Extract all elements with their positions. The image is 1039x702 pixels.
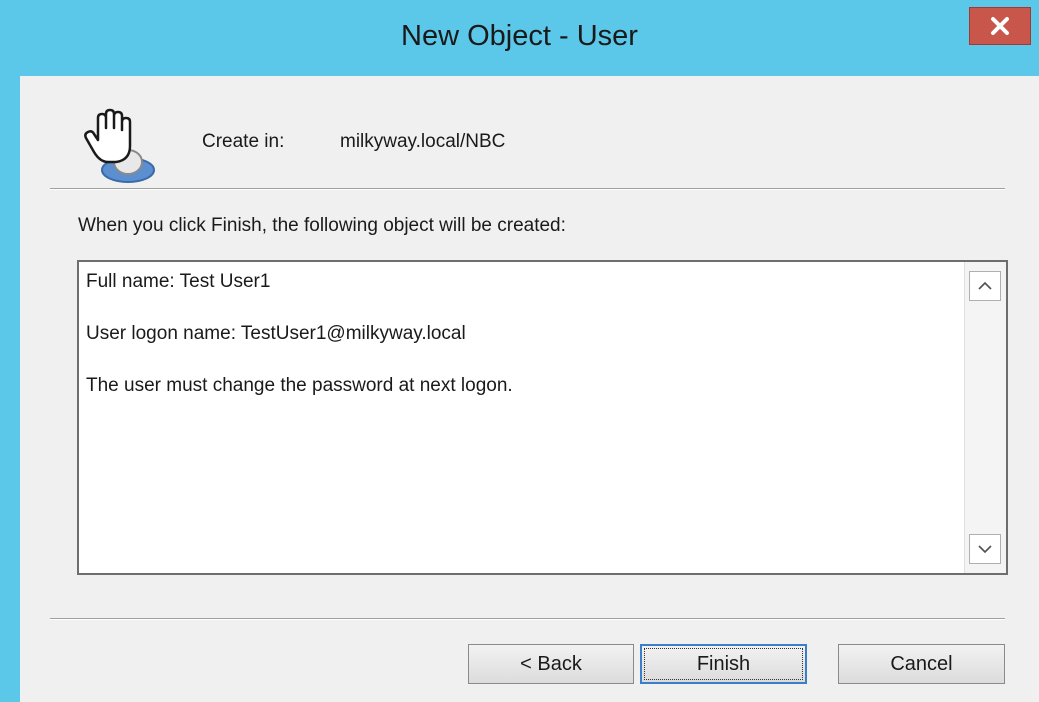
window-title: New Object - User: [401, 20, 638, 52]
new-object-user-dialog: New Object - User Create in: milkyway.lo…: [0, 0, 1039, 702]
finish-button[interactable]: Finish: [640, 644, 807, 684]
summary-textbox[interactable]: Full name: Test User1 User logon name: T…: [77, 260, 1008, 575]
user-icon: [76, 108, 166, 188]
scroll-up-button[interactable]: [969, 271, 1001, 301]
separator: [50, 188, 1005, 190]
summary-line-full-name: Full name: Test User1: [86, 271, 271, 292]
close-button[interactable]: [969, 7, 1031, 45]
summary-line-password-note: The user must change the password at nex…: [86, 375, 513, 396]
summary-lines: Full name: Test User1 User logon name: T…: [86, 268, 946, 424]
summary-line-logon-name: User logon name: TestUser1@milkyway.loca…: [86, 323, 466, 344]
create-in-path: milkyway.local/NBC: [340, 131, 506, 152]
scroll-down-button[interactable]: [969, 534, 1001, 564]
info-text: When you click Finish, the following obj…: [78, 215, 566, 236]
back-button[interactable]: < Back: [468, 644, 634, 684]
vertical-scrollbar[interactable]: [964, 262, 1006, 573]
cancel-button[interactable]: Cancel: [838, 644, 1005, 684]
title-bar[interactable]: New Object - User: [0, 0, 1039, 76]
separator: [50, 618, 1005, 620]
chevron-down-icon: [978, 545, 992, 554]
dialog-body: Create in: milkyway.local/NBC When you c…: [20, 76, 1039, 702]
close-icon: [991, 17, 1009, 35]
create-in-label: Create in:: [202, 131, 285, 152]
chevron-up-icon: [978, 281, 992, 290]
